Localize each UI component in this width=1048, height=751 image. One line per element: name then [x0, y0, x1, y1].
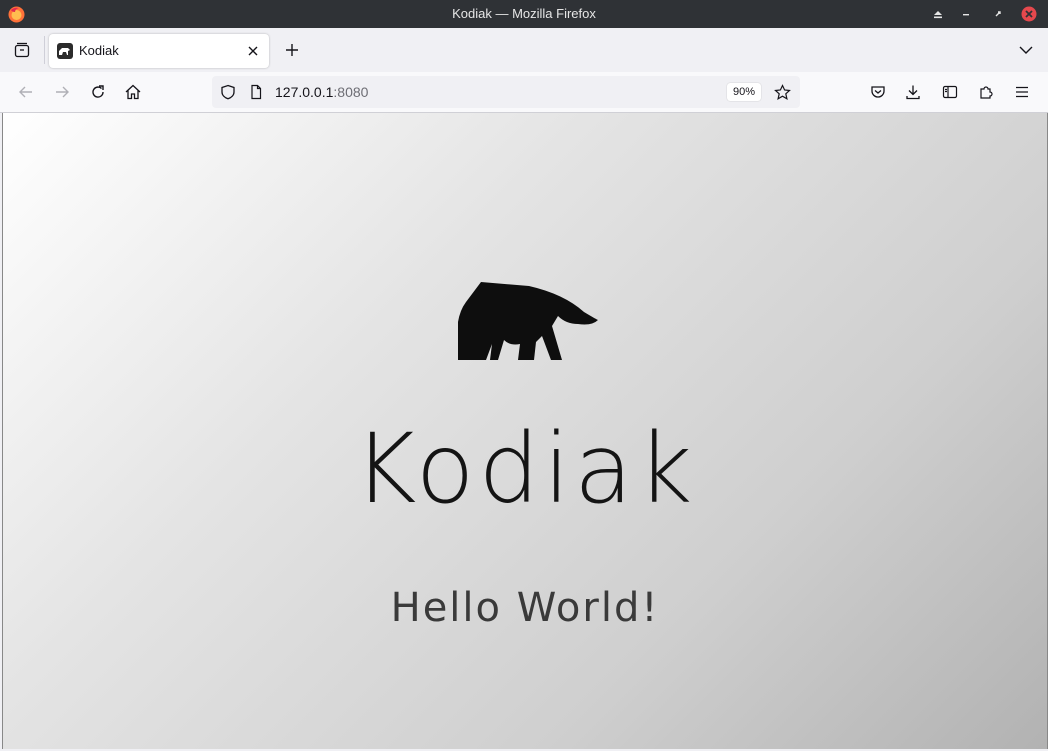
back-button[interactable]	[14, 80, 38, 104]
tab-label: Kodiak	[79, 43, 119, 58]
arrow-left-icon	[19, 86, 32, 98]
keep-above-button[interactable]	[930, 6, 946, 22]
tab-strip: Kodiak	[0, 28, 1048, 72]
app-menu-button[interactable]	[1010, 80, 1034, 104]
extensions-button[interactable]	[974, 80, 998, 104]
bear-logo-icon	[458, 282, 598, 360]
tab-close-button[interactable]	[245, 43, 261, 59]
chevron-down-icon	[1019, 46, 1033, 54]
home-icon	[125, 84, 141, 100]
restore-button[interactable]	[990, 6, 1006, 22]
new-tab-button[interactable]	[280, 38, 304, 62]
title-bar: Kodiak — Mozilla Firefox	[0, 0, 1048, 28]
url-text[interactable]: 127.0.0.1:8080	[275, 76, 368, 108]
download-icon	[906, 85, 920, 100]
restore-icon	[995, 11, 1001, 17]
star-icon[interactable]	[774, 84, 791, 101]
browser-window: Kodiak — Mozilla Firefox Kodiak 127.0.0.…	[0, 0, 1048, 751]
url-host: 127.0.0.1	[275, 84, 334, 100]
arrow-right-icon	[56, 86, 69, 98]
plus-icon	[286, 44, 298, 56]
page-content: Kodiak Hello World!	[2, 113, 1048, 749]
bear-icon	[57, 43, 73, 59]
page-icon[interactable]	[248, 84, 264, 100]
puzzle-icon	[980, 86, 993, 99]
url-bar[interactable]: 127.0.0.1:8080 90%	[212, 76, 800, 108]
home-button[interactable]	[121, 80, 145, 104]
reload-button[interactable]	[86, 80, 110, 104]
minimize-button[interactable]	[958, 6, 974, 22]
sidebar-icon	[942, 85, 958, 99]
pocket-icon	[871, 86, 885, 98]
greeting-text: Hello World!	[390, 585, 660, 631]
minimize-icon	[963, 14, 969, 16]
pocket-button[interactable]	[866, 80, 890, 104]
navigation-bar: 127.0.0.1:8080 90%	[0, 72, 1048, 113]
brand-title: Kodiak	[353, 413, 697, 525]
hamburger-icon	[1016, 86, 1028, 98]
zoom-indicator[interactable]: 90%	[727, 83, 762, 101]
downloads-button[interactable]	[901, 80, 925, 104]
reload-icon	[92, 85, 104, 98]
forward-button[interactable]	[50, 80, 74, 104]
eject-icon	[934, 11, 942, 19]
close-icon	[248, 46, 258, 56]
tab-divider	[44, 36, 45, 64]
window-title: Kodiak — Mozilla Firefox	[452, 6, 596, 21]
shield-icon[interactable]	[220, 84, 236, 100]
close-window-button[interactable]	[1021, 6, 1037, 22]
sidebar-button[interactable]	[938, 80, 962, 104]
firefox-view-button[interactable]	[10, 38, 34, 62]
list-all-tabs-button[interactable]	[1016, 40, 1036, 60]
tab-kodiak[interactable]: Kodiak	[49, 34, 269, 68]
url-port: :8080	[333, 84, 369, 100]
close-icon	[1021, 6, 1037, 22]
firefox-view-icon	[14, 42, 30, 58]
